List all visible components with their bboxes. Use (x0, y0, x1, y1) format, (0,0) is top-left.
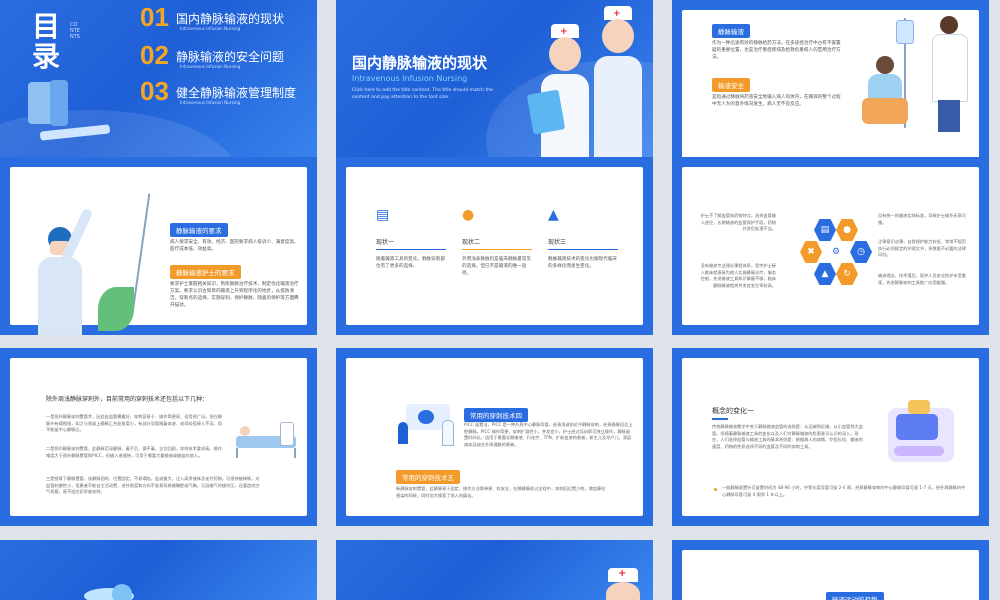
text-right-top: 没有统一的输液实践标准，导致护士操作无章可循。 (878, 213, 966, 225)
item-title: 国内静脉输液的现状 (176, 12, 285, 26)
text-right-middle: 注律意识淡薄，自我保护能力较低，常常不规范执行必须规定的护理文书，多数看不必要的… (878, 239, 966, 257)
slide-partial-2[interactable]: + (336, 540, 653, 600)
people-icon: ● (836, 219, 858, 241)
slide-puncture-techniques[interactable]: 除外周浅静脉穿刺外，目前常用的穿刺技术还包括以下几种： 一是颈外静脉穿刺置管术，… (0, 348, 317, 526)
heading-underline (712, 418, 728, 420)
tag-technique-5: 常用的穿刺技术五 (396, 470, 460, 484)
decor-shape-2 (112, 584, 132, 600)
nurse-illustration-2: + (594, 6, 642, 176)
slide-contents[interactable]: 目录 CONTENTS 01 国内静脉输液的现状 Intravenous Inf… (0, 0, 317, 178)
status-col-3[interactable]: ▲ 现状三 静脉输液技术的变化也随现代临床的多样化而发生变化。 (548, 207, 618, 270)
slide-problems-hex[interactable]: 护士不了解血管和药物特点，选择血管输入途径，长期输液的血管保护手段，药物外渗后处… (672, 157, 989, 335)
tag-trend: 输液运动的趋势 (826, 592, 884, 600)
text-concept: 传统静脉输液教学中关于静脉输液血管的选择是：从远端到近端，从小血管到大血管。但随… (712, 424, 863, 449)
slide-partial-3[interactable]: 输液运动的趋势 (672, 540, 989, 600)
doctor-illustration (930, 16, 968, 134)
slide-card: 常用的穿刺技术四 PICC 留置法，PICC 是一种外周中心静脉导管，经表浅或前… (346, 358, 643, 516)
section-desc: Click here to add the title content. The… (352, 88, 493, 100)
status-text: 随着输液工具的变化，静脉穿刺部位有了更多的选择。 (376, 257, 445, 269)
slide-card: 输液运动的趋势 (682, 550, 979, 600)
status-label: 现状二 (462, 237, 532, 250)
hospital-bed-illustration (236, 422, 296, 458)
medical-device-illustration (888, 400, 954, 462)
clipboard-icon: ▤ (376, 207, 390, 223)
vial-illustration-2 (50, 80, 68, 126)
slide-card: ▤ 现状一 随着输液工具的变化，静脉穿刺部位有了更多的选择。 ● 现状二 外周浅… (346, 167, 643, 325)
text-technique-3: 三是锁骨下静脉置管，该静脉固的、位置固定，不易塌陷，血流量大，注入高渗液体及化疗… (46, 476, 260, 494)
item-number: 01 (140, 2, 169, 32)
status-col-1[interactable]: ▤ 现状一 随着输液工具的变化，静脉穿刺部位有了更多的选择。 (376, 207, 446, 270)
clipboard-icon: ▤ (814, 219, 836, 241)
item-number: 03 (140, 76, 169, 106)
item-number: 02 (140, 40, 169, 70)
people-icon: ● (462, 207, 475, 223)
status-col-2[interactable]: ● 现状二 外周浅表静脉仍是临床静脉最常见的选择，但已不是输液的唯一途径。 (462, 207, 532, 277)
slide-heading: 概念的变化一 (712, 407, 754, 415)
tag-requirements: 静脉输液的要求 (170, 223, 228, 237)
slide-section-title[interactable]: 国内静脉输液的现状 Intravenous Infusion Nursing C… (336, 0, 653, 178)
item-subtitle: Intravenous Infusion Nursing (180, 100, 241, 105)
text-technique-1: 一是颈外静脉穿刺置管术，因此处血管暴露好，穿刺容易于、操作简便易、适用颈广泛。但… (46, 414, 222, 432)
patient-illustration (862, 56, 908, 126)
cycle-icon: ↻ (836, 263, 858, 285)
slide-infusion-requirements[interactable]: 静脉输液的要求 病人要求安全、有效、经济、医院要求病人投诉少、满意度高、医疗成本… (0, 157, 317, 335)
tag-nurse-requirements: 静脉输液护士的要求 (170, 265, 241, 279)
status-text: 外周浅表静脉仍是临床静脉最常见的选择，但已不是输液的唯一途径。 (462, 257, 531, 276)
slide-card: 除外周浅静脉穿刺外，目前常用的穿刺技术还包括以下几种： 一是颈外静脉穿刺置管术，… (10, 358, 307, 516)
section-title: 国内静脉输液的现状 (352, 54, 488, 72)
status-label: 现状三 (548, 237, 618, 250)
item-title: 静脉输液的安全问题 (176, 50, 285, 64)
nurse-head (606, 582, 640, 600)
leaf-illustration (98, 287, 134, 331)
item-subtitle: Intravenous Infusion Nursing (180, 64, 241, 69)
text-technique-5: 新静脉穿刺置管，此静脉易于固定，操作方法简单便、较安全，在腋静脉前过全程中，穿刺… (396, 486, 606, 498)
item-subtitle: Intravenous Infusion Nursing (180, 26, 241, 31)
clock-icon: ◷ (850, 241, 872, 263)
item-title: 健全静脉输液管理制度 (176, 86, 297, 100)
text-nurse-requirements: 要求护士掌握相关知识，熟练静脉治疗技术，制定优化输液治疗方案。要求认识古筒草的输… (170, 282, 299, 308)
text-technique-2: 二是颈内静脉穿刺置管，此静脉范深静脉，着手后，操不着，全位回顾，穿刺技术要求高。… (46, 446, 222, 458)
bullet-dot (714, 488, 717, 491)
tag-infusion-safety: 输液安全 (712, 78, 750, 92)
text-technique-4: PICC 留置法，PICC 是一种外周中心静脉导管，经表浅或前近中静脉穿刺，经贵… (464, 422, 633, 447)
slide-infusion-definition[interactable]: 静脉输液 作为一种迅速有效的静脉给药方法，在多途径治疗中占有不容置疑的重要位置，… (672, 0, 989, 178)
slide-card: 静脉输液的要求 病人要求安全、有效、经济、医院要求病人投诉少、满意度高、医疗成本… (10, 167, 307, 335)
slide-card: 护士不了解血管和药物特点，选择血管输入途径，长期输液的血管保护手段，药物外渗后处… (682, 167, 979, 325)
section-subtitle: Intravenous Infusion Nursing (352, 74, 468, 83)
status-text: 静脉输液技术的变化也随现代临床的多样化而发生变化。 (548, 257, 617, 269)
lab-illustration (398, 400, 456, 446)
tag-infusion: 静脉输液 (712, 24, 750, 38)
text-requirements: 病人要求安全、有效、经济、医院要求病人投诉少、满意度高、医疗成本低、效益高。 (170, 240, 299, 252)
text-right-bottom: 输液理念、技术落后，医护人员安全防护未受重视，先进静脉穿刺工具推广应用缓慢。 (878, 273, 966, 285)
text-infusion: 作为一种迅速有效的静脉给药方法，在多途径治疗中占有不容置疑的重要位置，也是治疗重… (712, 41, 841, 60)
text-left-bottom: 没有输液专业理论课程体系，受传护士接入临床就直接为病人实施静脉治疗，服务控制，先… (700, 263, 776, 288)
iv-bag-illustration (896, 20, 914, 44)
status-label: 现状一 (376, 237, 446, 250)
slide-heading: 除外周浅静脉穿刺外，目前常用的穿刺技术还包括以下几种： (46, 396, 209, 403)
contents-label: CONTENTS (70, 22, 80, 40)
slide-partial-1[interactable] (0, 540, 317, 600)
iv-stand-illustration (131, 193, 151, 313)
text-concept-bullet: 一般静脉留置针可留置时间为 48-96 小时，中等长度导管可留 2-4 周，经周… (722, 485, 966, 497)
chart-icon: ▲ (814, 263, 836, 285)
text-infusion-safety: 是指通过静脉将药液安全地输入病人的体内，在输液的整个过程中无人为的意外情况发生，… (712, 95, 841, 107)
tag-technique-4: 常用的穿刺技术四 (464, 408, 528, 422)
text-left-top: 护士不了解血管和药物特点，选择血管输入途径，长期输液的血管保护手段，药物外渗后处… (700, 213, 776, 231)
tools-icon: ✖ (800, 241, 822, 263)
contents-title: 目录 (32, 10, 61, 73)
slide-card: 静脉输液 作为一种迅速有效的静脉给药方法，在多途径治疗中占有不容置疑的重要位置，… (682, 10, 979, 168)
nurse-illustration (24, 207, 104, 335)
slide-card: 概念的变化一 传统静脉输液教学中关于静脉输液血管的选择是：从远端到近端，从小血管… (682, 358, 979, 516)
gear-icon: ⚙ (825, 241, 847, 263)
cross-icon: + (618, 568, 627, 579)
slide-picc[interactable]: 常用的穿刺技术四 PICC 留置法，PICC 是一种外周中心静脉导管，经表浅或前… (336, 348, 653, 526)
chart-icon: ▲ (548, 207, 559, 223)
clipboard-illustration (526, 89, 566, 135)
slide-concept-change[interactable]: 概念的变化一 传统静脉输液教学中关于静脉输液血管的选择是：从远端到近端，从小血管… (672, 348, 989, 526)
slide-status-three[interactable]: ▤ 现状一 随着输液工具的变化，静脉穿刺部位有了更多的选择。 ● 现状二 外周浅… (336, 157, 653, 335)
